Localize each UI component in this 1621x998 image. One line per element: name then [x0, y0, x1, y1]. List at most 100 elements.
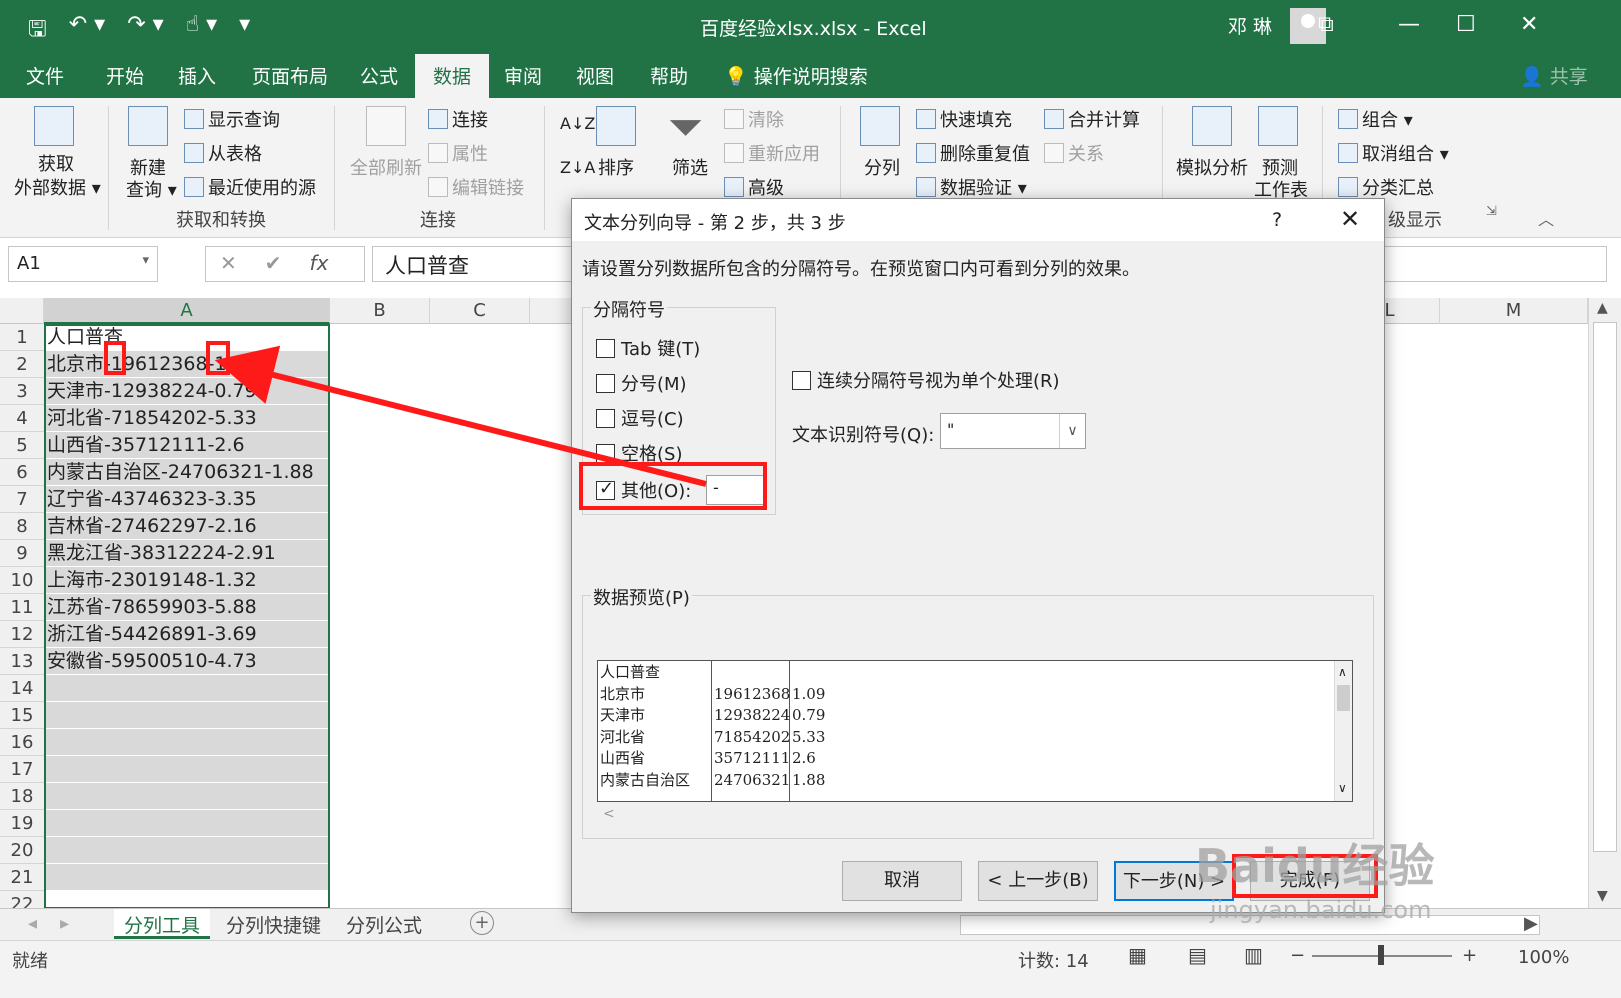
page-layout-view-icon[interactable]: ▤ [1188, 943, 1207, 967]
user-name[interactable]: 邓 琳 [1228, 12, 1272, 39]
column-header-m[interactable]: M [1440, 298, 1588, 324]
cell-a13[interactable]: 安徽省-59500510-4.73 [44, 648, 329, 675]
page-break-view-icon[interactable]: ▥ [1244, 943, 1263, 967]
row-header[interactable]: 20 [0, 837, 44, 864]
scroll-up-icon[interactable]: ∧ [1338, 665, 1347, 679]
tab-home[interactable]: 开始 [106, 62, 144, 89]
checkbox-box[interactable] [596, 443, 615, 463]
cell-empty[interactable] [44, 864, 329, 891]
cell-a8[interactable]: 吉林省-27462297-2.16 [44, 513, 329, 540]
consecutive-delimiters-checkbox[interactable]: 连续分隔符号视为单个处理(R) [792, 367, 1060, 393]
name-box[interactable]: A1 [8, 246, 158, 282]
row-header[interactable]: 9 [0, 540, 44, 567]
subtotal-button[interactable]: 分类汇总 [1338, 174, 1434, 200]
cell-a5[interactable]: 山西省-35712111-2.6 [44, 432, 329, 459]
normal-view-icon[interactable]: ▦ [1128, 943, 1147, 967]
sort-button[interactable]: 排序 [598, 154, 634, 180]
zoom-slider-thumb[interactable] [1378, 945, 1384, 965]
cell-a4[interactable]: 河北省-71854202-5.33 [44, 405, 329, 432]
checkbox-box[interactable] [596, 338, 615, 358]
dialog-launcher-icon[interactable]: ⇲ [1486, 204, 1497, 219]
row-header[interactable]: 11 [0, 594, 44, 621]
sheet-tab-2[interactable]: 分列快捷键 [216, 909, 331, 939]
row-header[interactable]: 10 [0, 567, 44, 594]
space-checkbox[interactable]: 空格(S) [596, 440, 682, 466]
column-header-c[interactable]: C [430, 298, 530, 324]
row-header[interactable]: 19 [0, 810, 44, 837]
zoom-level[interactable]: 100% [1518, 947, 1569, 968]
sheet-nav-left-icon[interactable]: ◂ [28, 913, 37, 934]
advanced-filter-button[interactable]: 高级 [724, 174, 784, 200]
relationships-button[interactable]: 关系 [1044, 140, 1104, 166]
text-to-columns-button[interactable]: 分列 [864, 154, 900, 180]
checkbox-box[interactable] [596, 373, 615, 393]
save-icon[interactable]: 🖫 [28, 12, 47, 50]
add-sheet-icon[interactable]: + [470, 911, 494, 935]
sheet-tab-3[interactable]: 分列公式 [336, 909, 432, 939]
cell-empty[interactable] [44, 702, 329, 729]
get-external-data-line2[interactable]: 外部数据 ▾ [14, 174, 101, 200]
row-header[interactable]: 21 [0, 864, 44, 891]
row-header[interactable]: 6 [0, 459, 44, 486]
customize-qat-icon[interactable]: ▾ [239, 12, 250, 50]
minimize-button[interactable]: — [1398, 12, 1420, 37]
cell-a1[interactable]: 人口普查 [44, 324, 329, 351]
scroll-thumb[interactable] [1593, 322, 1617, 852]
row-header[interactable]: 15 [0, 702, 44, 729]
dialog-close-button[interactable]: ✕ [1340, 205, 1360, 233]
scroll-thumb[interactable] [1337, 685, 1350, 711]
data-validation-button[interactable]: 数据验证 ▾ [916, 174, 1027, 200]
filter-button[interactable]: 筛选 [672, 154, 708, 180]
properties-button[interactable]: 属性 [428, 140, 488, 166]
checkbox-box-checked[interactable] [596, 478, 615, 500]
clear-filter-button[interactable]: 清除 [724, 106, 784, 132]
preview-column-2[interactable]: 19612368 12938224 71854202 35712111 2470… [712, 661, 790, 801]
tab-page-layout[interactable]: 页面布局 [252, 62, 328, 89]
collapse-ribbon-icon[interactable]: ︿ [1538, 206, 1554, 230]
other-checkbox[interactable]: 其他(O): [596, 477, 691, 503]
recent-sources-button[interactable]: 最近使用的源 [184, 174, 316, 200]
row-header[interactable]: 14 [0, 675, 44, 702]
redo-icon[interactable]: ↷ ▾ [127, 12, 163, 50]
sheet-nav-right-icon[interactable]: ▸ [60, 913, 69, 934]
preview-column-3[interactable]: 1.09 0.79 5.33 2.6 1.88 [790, 661, 850, 801]
flash-fill-button[interactable]: 快速填充 [916, 106, 1012, 132]
scroll-down-icon[interactable]: ∨ [1338, 781, 1347, 795]
ungroup-button[interactable]: 取消组合 ▾ [1338, 140, 1449, 166]
edit-links-button[interactable]: 编辑链接 [428, 174, 524, 200]
row-header[interactable]: 7 [0, 486, 44, 513]
row-header[interactable]: 8 [0, 513, 44, 540]
row-header[interactable]: 18 [0, 783, 44, 810]
cell-empty[interactable] [44, 783, 329, 810]
cell-a2[interactable]: 北京市-19612368-1.09 [44, 351, 329, 378]
tab-insert[interactable]: 插入 [178, 62, 216, 89]
maximize-button[interactable]: ☐ [1456, 12, 1476, 37]
connections-button[interactable]: 连接 [428, 106, 488, 132]
undo-icon[interactable]: ↶ ▾ [69, 12, 105, 50]
what-if-analysis-button[interactable]: 模拟分析 [1176, 154, 1248, 180]
row-header[interactable]: 5 [0, 432, 44, 459]
row-header[interactable]: 17 [0, 756, 44, 783]
close-window-button[interactable]: ✕ [1520, 12, 1538, 37]
sort-descending-icon[interactable]: Z↓A [560, 158, 595, 177]
other-delimiter-input[interactable]: - [706, 475, 766, 505]
row-header[interactable]: 3 [0, 378, 44, 405]
cell-a12[interactable]: 浙江省-54426891-3.69 [44, 621, 329, 648]
zoom-out-icon[interactable]: − [1290, 945, 1305, 966]
cancel-button[interactable]: 取消 [842, 861, 962, 901]
insert-function-icon[interactable]: fx [310, 251, 329, 277]
cell-a9[interactable]: 黑龙江省-38312224-2.91 [44, 540, 329, 567]
row-header[interactable]: 4 [0, 405, 44, 432]
zoom-in-icon[interactable]: + [1462, 945, 1477, 966]
cell-a10[interactable]: 上海市-23019148-1.32 [44, 567, 329, 594]
preview-vertical-scrollbar[interactable]: ∧ ∨ [1334, 661, 1352, 801]
tab-checkbox[interactable]: Tab 键(T) [596, 335, 700, 361]
dialog-help-button[interactable]: ? [1272, 209, 1282, 231]
tab-help[interactable]: 帮助 [650, 62, 688, 89]
row-header[interactable]: 12 [0, 621, 44, 648]
scroll-right-icon[interactable]: ▶ [1524, 913, 1538, 934]
group-button[interactable]: 组合 ▾ [1338, 106, 1413, 132]
tell-me-search[interactable]: 💡 操作说明搜索 [724, 62, 868, 89]
cell-a3[interactable]: 天津市-12938224-0.79 [44, 378, 329, 405]
row-header[interactable]: 2 [0, 351, 44, 378]
